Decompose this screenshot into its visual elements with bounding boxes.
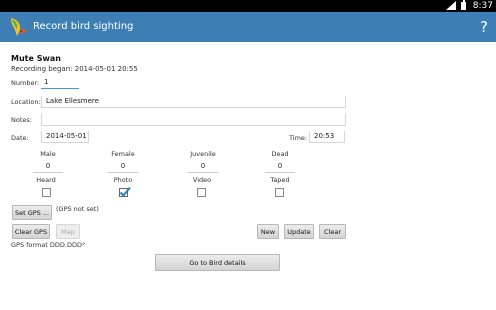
male-count-field[interactable]: 0: [33, 161, 63, 173]
update-button[interactable]: Update: [284, 224, 314, 239]
heard-label: Heard: [36, 176, 56, 184]
battery-icon: [461, 0, 466, 10]
clock: 8:37: [472, 1, 493, 11]
go-to-bird-details-button[interactable]: Go to Bird details: [155, 254, 280, 271]
gps-format-note: GPS format DDD.DDD°: [11, 241, 86, 249]
date-label: Date:: [11, 134, 29, 142]
number-field[interactable]: 1: [41, 77, 79, 89]
female-count-field[interactable]: 0: [108, 161, 138, 173]
set-gps-button[interactable]: Set GPS ...: [12, 205, 52, 220]
help-button[interactable]: ?: [480, 15, 488, 39]
number-label: Number:: [11, 79, 40, 87]
recording-began-text: Recording began: 2014-05-01 20:55: [11, 65, 138, 73]
gps-status: (GPS not set): [56, 205, 99, 213]
signal-icon: [446, 1, 456, 10]
clear-gps-button[interactable]: Clear GPS: [12, 224, 50, 239]
map-button[interactable]: Map: [56, 224, 80, 239]
video-checkbox[interactable]: [197, 188, 206, 197]
juvenile-label: Juvenile: [190, 150, 216, 158]
new-button[interactable]: New: [257, 224, 279, 239]
heard-checkbox[interactable]: [42, 188, 51, 197]
location-field[interactable]: Lake Ellesmere: [41, 96, 346, 108]
dead-label: Dead: [271, 150, 289, 158]
video-label: Video: [192, 176, 212, 184]
status-bar: 8:37: [0, 0, 496, 12]
location-label: Location:: [11, 98, 41, 106]
time-field[interactable]: 20:53: [309, 131, 345, 143]
male-label: Male: [40, 150, 56, 158]
taped-label: Taped: [270, 176, 290, 184]
checkmark-icon: [119, 186, 131, 197]
photo-checkbox[interactable]: [119, 186, 131, 197]
date-field[interactable]: 2014-05-01: [41, 131, 89, 143]
bird-app-icon: [11, 18, 27, 36]
clear-button[interactable]: Clear: [319, 224, 346, 239]
dead-count-field[interactable]: 0: [265, 161, 295, 173]
time-label: Time:: [289, 134, 308, 142]
action-bar: Record bird sighting ?: [0, 12, 496, 42]
notes-label: Notes:: [11, 116, 32, 124]
taped-checkbox[interactable]: [275, 188, 284, 197]
photo-label: Photo: [113, 176, 133, 184]
juvenile-count-field[interactable]: 0: [188, 161, 218, 173]
notes-field[interactable]: [41, 114, 346, 126]
species-name: Mute Swan: [11, 54, 61, 63]
female-label: Female: [111, 150, 135, 158]
app-title: Record bird sighting: [33, 21, 134, 32]
